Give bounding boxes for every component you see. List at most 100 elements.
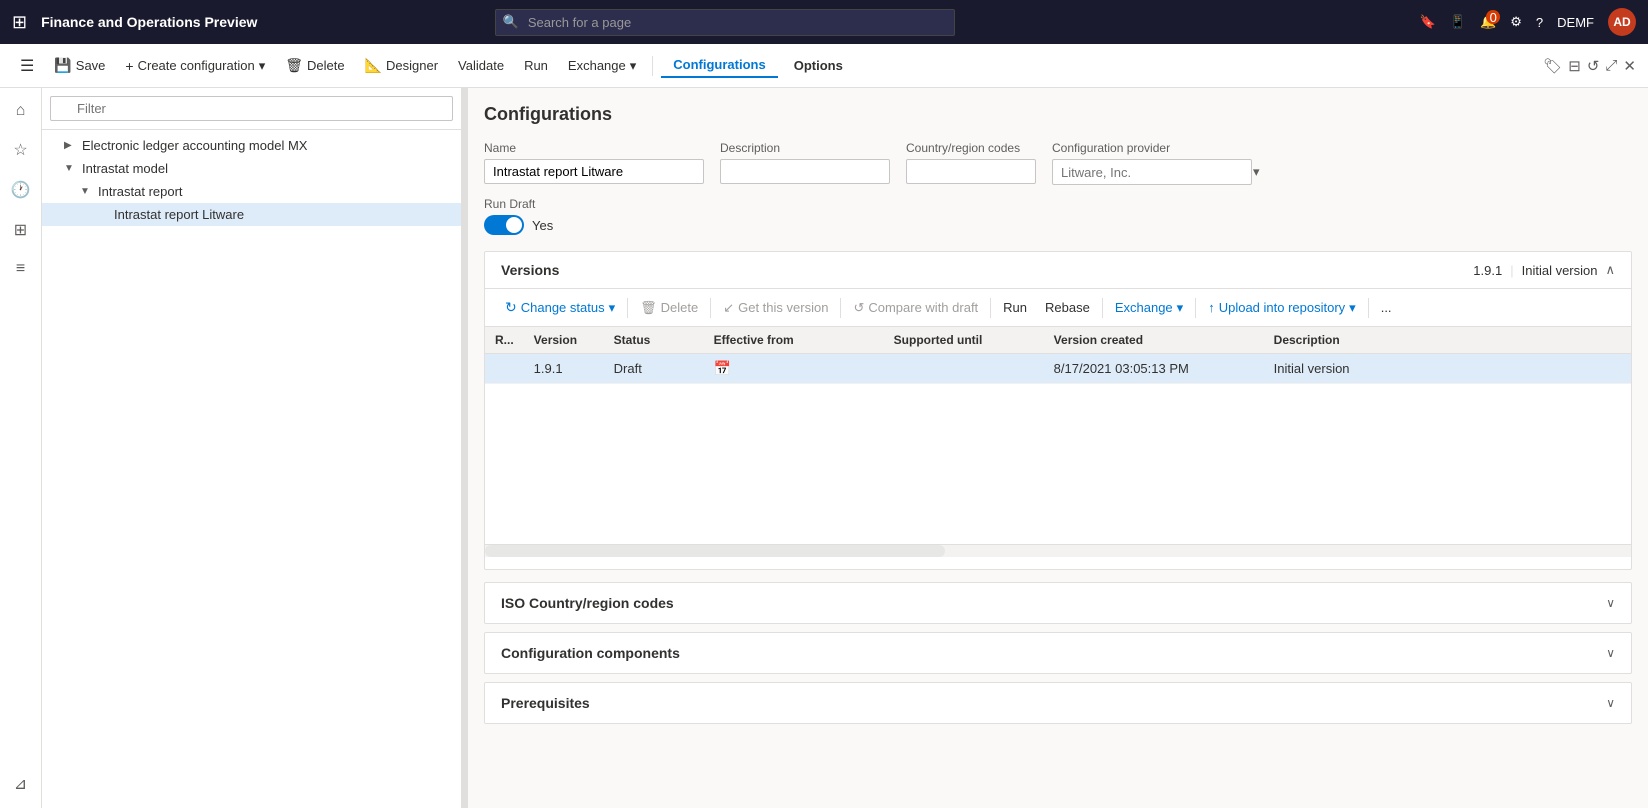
country-field: Country/region codes: [906, 141, 1036, 185]
country-input[interactable]: [906, 159, 1036, 184]
provider-field: Configuration provider ▾: [1052, 141, 1252, 185]
calendar-icon[interactable]: 📅: [714, 360, 731, 376]
get-version-icon: ↙: [723, 300, 734, 316]
close-icon[interactable]: ✕: [1623, 57, 1636, 75]
table-empty-space: [485, 384, 1631, 544]
versions-table-scroll[interactable]: R... Version Status Effective from Suppo…: [485, 327, 1631, 544]
search-input[interactable]: [495, 9, 955, 36]
configurations-tab[interactable]: Configurations: [661, 53, 777, 78]
run-draft-value: Yes: [532, 218, 553, 233]
col-supported: Supported until: [884, 327, 1044, 354]
cell-version: 1.9.1: [524, 354, 604, 384]
versions-collapse-icon[interactable]: ∧: [1605, 262, 1615, 278]
toggle-slider: [484, 215, 524, 235]
more-btn[interactable]: ...: [1373, 296, 1400, 319]
iso-title: ISO Country/region codes: [501, 595, 674, 611]
tree-item-4[interactable]: Intrastat report Litware: [42, 203, 461, 226]
hamburger-btn[interactable]: ☰: [12, 52, 42, 80]
main-toolbar: ☰ 💾 Save + Create configuration ▾ 🗑 Dele…: [0, 44, 1648, 88]
tree-item-3[interactable]: ▼ Intrastat report: [42, 180, 461, 203]
delete-ver-btn[interactable]: 🗑 Delete: [632, 296, 706, 320]
layout-icon[interactable]: ⊟: [1568, 57, 1581, 75]
bookmark-icon[interactable]: 🔖: [1420, 14, 1436, 30]
clock-icon[interactable]: 🕐: [5, 174, 37, 206]
save-button[interactable]: 💾 Save: [46, 53, 113, 78]
home-icon[interactable]: ⌂: [10, 96, 32, 126]
version-separator: |: [1510, 263, 1513, 278]
provider-dropdown-icon[interactable]: ▾: [1245, 160, 1268, 184]
tree-label-4: Intrastat report Litware: [114, 207, 244, 222]
help-icon[interactable]: ?: [1536, 15, 1543, 30]
description-label: Description: [720, 141, 890, 155]
table-row[interactable]: 1.9.1 Draft 📅 8/17/2021 03:05:13 PM Init…: [485, 354, 1631, 384]
tree-item-1[interactable]: ▶ Electronic ledger accounting model MX: [42, 134, 461, 157]
sep2: [710, 298, 711, 318]
config-components-header[interactable]: Configuration components ∨: [485, 633, 1631, 673]
star-icon[interactable]: ☆: [7, 134, 33, 166]
user-avatar[interactable]: AD: [1608, 8, 1636, 36]
prerequisites-title: Prerequisites: [501, 695, 590, 711]
filter2-icon[interactable]: ⊿: [8, 768, 33, 800]
cell-supported: [884, 354, 1044, 384]
search-bar: 🔍: [495, 9, 955, 36]
run-button[interactable]: Run: [516, 54, 556, 77]
delete-button[interactable]: 🗑 Delete: [277, 53, 352, 78]
versions-toolbar: ↻ Change status ▾ 🗑 Delete ↙ Get this ve…: [485, 289, 1631, 327]
grid2-icon[interactable]: ⊞: [8, 214, 33, 246]
col-r: R...: [485, 327, 524, 354]
iso-header[interactable]: ISO Country/region codes ∨: [485, 583, 1631, 623]
versions-header: Versions 1.9.1 | Initial version ∧: [485, 252, 1631, 289]
refresh-icon[interactable]: ↺: [1587, 57, 1600, 75]
run-draft-toggle-row: Yes: [484, 215, 1632, 235]
save-icon: 💾: [54, 57, 71, 74]
create-config-button[interactable]: + Create configuration ▾: [117, 54, 273, 78]
delete-icon: 🗑: [285, 57, 303, 74]
config-components-section: Configuration components ∨: [484, 632, 1632, 674]
exchange-button[interactable]: Exchange ▾: [560, 54, 644, 78]
notification-bell[interactable]: 🔔 0: [1480, 14, 1496, 30]
content-area: Configurations Name Description Country/…: [468, 88, 1648, 808]
iso-chevron: ∨: [1606, 596, 1615, 610]
phone-icon[interactable]: 📱: [1450, 14, 1466, 30]
tree-label-3: Intrastat report: [98, 184, 183, 199]
upload-repo-btn[interactable]: ↑ Upload into repository ▾: [1200, 296, 1364, 320]
name-label: Name: [484, 141, 704, 155]
rebase-ver-btn[interactable]: Rebase: [1037, 296, 1098, 319]
col-created: Version created: [1044, 327, 1264, 354]
compare-draft-btn[interactable]: ↺ Compare with draft: [845, 296, 986, 320]
grid-icon[interactable]: ⊞: [12, 12, 27, 33]
options-tab[interactable]: Options: [782, 54, 855, 77]
bookmark2-icon[interactable]: 🏷: [1543, 57, 1562, 75]
provider-input[interactable]: [1053, 161, 1245, 184]
designer-button[interactable]: 📐 Designer: [357, 53, 446, 78]
upload-dropdown: ▾: [1349, 300, 1356, 316]
name-input[interactable]: [484, 159, 704, 184]
change-status-btn[interactable]: ↻ Change status ▾: [497, 295, 623, 320]
sep4: [990, 298, 991, 318]
filter-input[interactable]: [50, 96, 453, 121]
prerequisites-header[interactable]: Prerequisites ∨: [485, 683, 1631, 723]
get-version-btn[interactable]: ↙ Get this version: [715, 296, 836, 320]
run-draft-toggle[interactable]: [484, 215, 524, 235]
tree-item-2[interactable]: ▼ Intrastat model: [42, 157, 461, 180]
filter-bar: 🔍: [42, 88, 461, 130]
exchange-ver-btn[interactable]: Exchange ▾: [1107, 296, 1191, 320]
settings-icon[interactable]: ⚙: [1510, 14, 1522, 30]
cell-status: Draft: [604, 354, 704, 384]
page-title: Configurations: [484, 104, 1632, 125]
run-draft-label: Run Draft: [484, 197, 1632, 211]
sep5: [1102, 298, 1103, 318]
prerequisites-section: Prerequisites ∨: [484, 682, 1632, 724]
list-icon[interactable]: ≡: [10, 254, 31, 284]
expand-icon[interactable]: ⤢: [1605, 57, 1617, 74]
sep7: [1368, 298, 1369, 318]
config-tree: ▶ Electronic ledger accounting model MX …: [42, 130, 461, 808]
description-input[interactable]: [720, 159, 890, 184]
cell-created: 8/17/2021 03:05:13 PM: [1044, 354, 1264, 384]
run-ver-btn[interactable]: Run: [995, 296, 1035, 319]
country-label: Country/region codes: [906, 141, 1036, 155]
upload-icon: ↑: [1208, 300, 1215, 315]
sep1: [627, 298, 628, 318]
designer-icon: 📐: [365, 57, 382, 74]
validate-button[interactable]: Validate: [450, 54, 512, 77]
